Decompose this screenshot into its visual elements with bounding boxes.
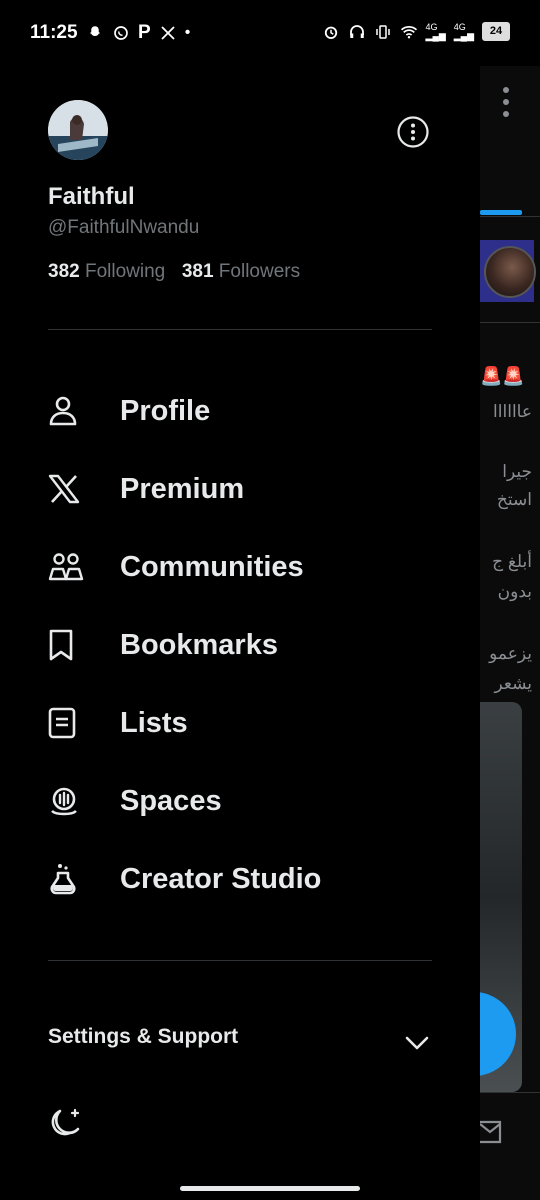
- headphones-icon: [349, 24, 364, 38]
- network-type-1: 4G: [425, 21, 438, 32]
- status-time: 11:25: [30, 22, 78, 43]
- follow-counts: 382 Following 381 Followers: [48, 261, 300, 283]
- peek-divider-2: [480, 322, 540, 323]
- menu-label-bookmarks: Bookmarks: [120, 628, 278, 661]
- menu-label-premium: Premium: [120, 472, 245, 505]
- divider-top: [48, 329, 432, 330]
- dot-icon: •: [184, 24, 191, 41]
- menu-label-lists: Lists: [120, 706, 188, 739]
- timeline-peek[interactable]: 🚨🚨 عاااااا جيرا استخ أبلغ ج بدون يزعمو ي…: [480, 66, 540, 1200]
- menu-label-communities: Communities: [120, 550, 304, 583]
- home-indicator[interactable]: [180, 1186, 360, 1191]
- tab-underline: [480, 210, 522, 215]
- peek-avatar: [484, 246, 536, 298]
- x-logo-icon: [48, 474, 80, 504]
- settings-support-toggle[interactable]: Settings & Support: [48, 1025, 238, 1049]
- siren-emoji: 🚨🚨: [480, 366, 525, 386]
- peek-line-2: جيرا: [502, 462, 532, 481]
- menu-item-communities[interactable]: Communities: [40, 536, 440, 598]
- peek-line-6: يزعمو: [489, 644, 532, 663]
- profile-name[interactable]: Faithful: [48, 183, 135, 211]
- menu-item-lists[interactable]: Lists: [40, 692, 440, 754]
- wifi-icon: [400, 25, 417, 38]
- network-type-2: 4G: [453, 21, 466, 32]
- battery-icon: 24: [482, 22, 510, 41]
- notification-icons: P •: [86, 22, 190, 44]
- more-options-icon[interactable]: [396, 115, 430, 149]
- chevron-down-icon[interactable]: [404, 1030, 430, 1056]
- menu-item-spaces[interactable]: Spaces: [40, 770, 440, 832]
- menu-label-creator-studio: Creator Studio: [120, 862, 322, 895]
- snapchat-icon: [89, 26, 101, 36]
- divider-bottom: [48, 960, 432, 961]
- system-icons: 4G ▂▄▆ 4G ▂▄▆ 24: [322, 22, 510, 41]
- peek-line-5: بدون: [497, 582, 532, 601]
- peek-bottom-divider: [480, 1092, 540, 1093]
- followers-label: Followers: [218, 261, 301, 282]
- person-icon: [49, 396, 77, 426]
- menu-item-profile[interactable]: Profile: [40, 380, 440, 442]
- avatar-photo: [48, 100, 108, 160]
- moon-icon[interactable]: [48, 1105, 84, 1141]
- lists-icon: [48, 707, 76, 739]
- alarm-icon: [324, 26, 337, 39]
- profile-handle: @FaithfulNwandu: [48, 217, 200, 238]
- spaces-icon: [51, 787, 77, 816]
- peek-line-1: عاااااا: [493, 402, 532, 421]
- x-icon: [161, 26, 175, 40]
- followers-count: 381: [181, 261, 214, 282]
- signal-2: 4G ▂▄▆: [453, 21, 474, 41]
- whatsapp-icon: [114, 26, 128, 40]
- following-label: Following: [84, 261, 166, 282]
- communities-icon: [48, 553, 84, 581]
- menu-item-premium[interactable]: Premium: [40, 458, 440, 520]
- messages-icon[interactable]: [480, 1118, 502, 1146]
- following-link[interactable]: 382 Following: [48, 261, 171, 282]
- signal-1: 4G ▂▄▆: [425, 21, 446, 41]
- following-count: 382: [48, 261, 80, 282]
- vibrate-icon: [375, 24, 390, 39]
- peek-line-4: أبلغ ج: [492, 552, 532, 571]
- menu-label-spaces: Spaces: [120, 784, 222, 817]
- peek-line-3: استخ: [496, 490, 532, 509]
- peek-divider: [480, 216, 540, 217]
- menu-item-bookmarks[interactable]: Bookmarks: [40, 614, 440, 676]
- followers-link[interactable]: 381 Followers: [182, 261, 300, 282]
- pinterest-icon: P: [138, 22, 151, 43]
- overflow-icon[interactable]: [498, 86, 514, 118]
- peek-line-7: يشعر: [494, 674, 532, 693]
- profile-avatar[interactable]: [48, 100, 108, 160]
- menu-label-profile: Profile: [120, 394, 211, 427]
- bookmark-icon: [49, 629, 73, 661]
- menu-item-creator-studio[interactable]: Creator Studio: [40, 848, 440, 910]
- flask-icon: [50, 864, 76, 895]
- status-bar: 11:25 P • 4G ▂▄▆ 4G ▂▄▆ 24: [0, 0, 540, 66]
